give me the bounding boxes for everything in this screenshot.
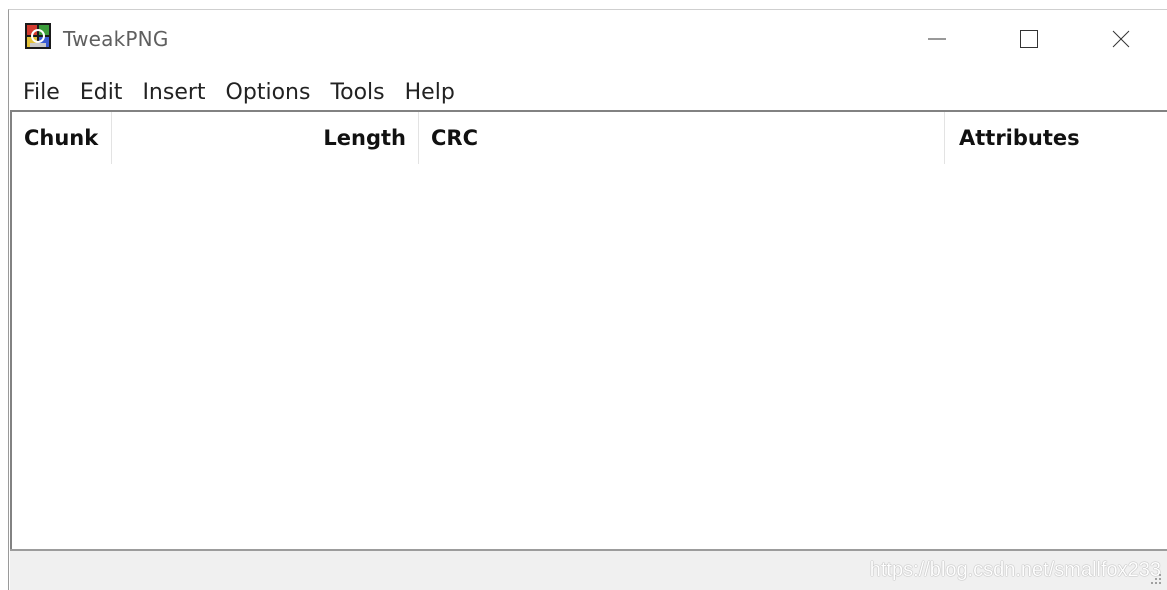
column-header-attributes[interactable]: Attributes [945,112,1167,164]
tweakpng-app-icon [25,23,51,49]
column-header-chunk[interactable]: Chunk [12,112,112,164]
status-bar: https://blog.csdn.net/smallfox233 [10,549,1167,590]
column-header-length[interactable]: Length [112,112,419,164]
list-header: Chunk Length CRC Attributes [12,112,1167,164]
tweakpng-window: TweakPNG File Edit Insert Options Tools … [8,9,1167,590]
menu-edit[interactable]: Edit [72,80,131,105]
window-title: TweakPNG [63,27,169,51]
minimize-icon [928,38,946,40]
menu-bar: File Edit Insert Options Tools Help [9,70,1167,114]
menu-options[interactable]: Options [218,80,319,105]
resize-grip-icon[interactable] [1149,572,1163,586]
menu-help[interactable]: Help [397,80,463,105]
chunk-list[interactable]: Chunk Length CRC Attributes [10,110,1167,549]
column-header-crc[interactable]: CRC [419,112,945,164]
title-bar[interactable]: TweakPNG [9,10,1167,68]
menu-insert[interactable]: Insert [134,80,213,105]
maximize-button[interactable] [983,10,1075,68]
window-controls [891,10,1167,68]
watermark-text: https://blog.csdn.net/smallfox233 [869,559,1161,581]
close-button[interactable] [1075,10,1167,68]
maximize-icon [1020,30,1038,48]
close-icon [1112,30,1130,48]
menu-tools[interactable]: Tools [322,80,392,105]
minimize-button[interactable] [891,10,983,68]
menu-file[interactable]: File [15,80,68,105]
